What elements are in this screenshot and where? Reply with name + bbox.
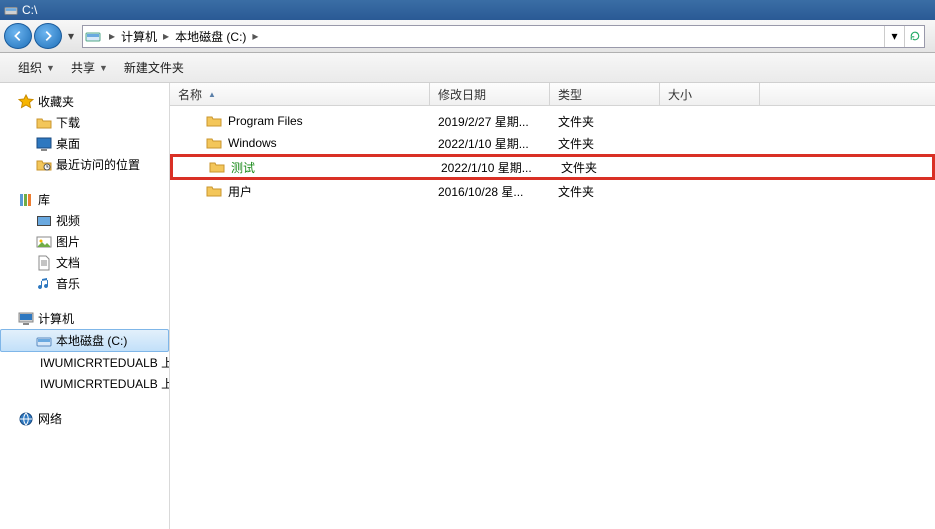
body: 收藏夹 下载 桌面 最近访问的位置 库 视频 图片 文档 音乐 计算机 本地磁盘…: [0, 83, 935, 529]
share-menu[interactable]: 共享▼: [65, 56, 114, 79]
file-date: 2016/10/28 星...: [430, 183, 550, 200]
file-name: 用户: [228, 183, 252, 200]
document-icon: [36, 255, 52, 271]
new-folder-button[interactable]: 新建文件夹: [118, 56, 190, 79]
star-icon: [18, 94, 34, 110]
folder-icon: [206, 135, 222, 151]
file-type: 文件夹: [550, 135, 660, 152]
sidebar-item-videos[interactable]: 视频: [0, 210, 169, 231]
titlebar: C:\: [0, 0, 935, 20]
recent-icon: [36, 157, 52, 173]
file-date: 2022/1/10 星期...: [433, 159, 553, 176]
address-bar[interactable]: ▸ 计算机 ▸ 本地磁盘 (C:) ▸ ▾: [82, 25, 925, 48]
file-type: 文件夹: [553, 159, 663, 176]
sidebar-item-recent[interactable]: 最近访问的位置: [0, 154, 169, 175]
window-title: C:\: [22, 3, 37, 17]
sidebar-item-desktop[interactable]: 桌面: [0, 133, 169, 154]
breadcrumb-sep[interactable]: ▸: [248, 29, 262, 43]
network-icon: [18, 411, 34, 427]
video-icon: [36, 213, 52, 229]
breadcrumb-sep[interactable]: ▸: [159, 29, 173, 43]
file-name: 测试: [231, 159, 255, 176]
table-row[interactable]: 用户 2016/10/28 星...文件夹: [170, 180, 935, 202]
sidebar-network[interactable]: 网络: [0, 408, 169, 429]
folder-icon: [206, 113, 222, 129]
drive-icon: [36, 333, 52, 349]
library-icon: [18, 192, 34, 208]
history-dropdown[interactable]: ▾: [64, 29, 78, 43]
drive-icon: [4, 3, 18, 17]
table-row[interactable]: Windows 2022/1/10 星期...文件夹: [170, 132, 935, 154]
folder-icon: [36, 115, 52, 131]
refresh-button[interactable]: [904, 26, 924, 47]
sidebar-item-documents[interactable]: 文档: [0, 252, 169, 273]
file-date: 2019/2/27 星期...: [430, 113, 550, 130]
drive-icon: [85, 28, 101, 44]
breadcrumb-drive[interactable]: 本地磁盘 (C:): [173, 26, 248, 47]
sidebar-item-downloads[interactable]: 下载: [0, 112, 169, 133]
organize-menu[interactable]: 组织▼: [12, 56, 61, 79]
table-row[interactable]: Program Files 2019/2/27 星期...文件夹: [170, 110, 935, 132]
sidebar-item-pictures[interactable]: 图片: [0, 231, 169, 252]
picture-icon: [36, 234, 52, 250]
file-type: 文件夹: [550, 183, 660, 200]
file-name: Program Files: [228, 114, 303, 128]
column-size[interactable]: 大小: [660, 83, 760, 105]
back-button[interactable]: [4, 23, 32, 49]
sidebar: 收藏夹 下载 桌面 最近访问的位置 库 视频 图片 文档 音乐 计算机 本地磁盘…: [0, 83, 170, 529]
sidebar-item-music[interactable]: 音乐: [0, 273, 169, 294]
sidebar-computer[interactable]: 计算机: [0, 308, 169, 329]
sidebar-item-drive-c[interactable]: 本地磁盘 (C:): [0, 329, 169, 352]
sidebar-libraries[interactable]: 库: [0, 189, 169, 210]
sort-asc-icon: ▲: [208, 90, 216, 99]
column-date[interactable]: 修改日期: [430, 83, 550, 105]
breadcrumb-sep[interactable]: ▸: [105, 29, 119, 43]
sidebar-favorites[interactable]: 收藏夹: [0, 91, 169, 112]
desktop-icon: [36, 136, 52, 152]
sidebar-item-netdrive-1[interactable]: IWUMICRRTEDUALB 上: [0, 352, 169, 373]
file-list: Program Files2019/2/27 星期...文件夹Windows20…: [170, 106, 935, 529]
computer-icon: [18, 311, 34, 327]
music-icon: [36, 276, 52, 292]
folder-icon: [209, 159, 225, 175]
column-type[interactable]: 类型: [550, 83, 660, 105]
address-dropdown[interactable]: ▾: [884, 26, 904, 47]
folder-icon: [206, 183, 222, 199]
toolbar: 组织▼ 共享▼ 新建文件夹: [0, 53, 935, 83]
main-pane: 名称▲ 修改日期 类型 大小 Program Files 2019/2/27 星期…: [170, 83, 935, 529]
forward-button[interactable]: [34, 23, 62, 49]
breadcrumb-computer[interactable]: 计算机: [119, 26, 159, 47]
column-header: 名称▲ 修改日期 类型 大小: [170, 83, 935, 106]
file-date: 2022/1/10 星期...: [430, 135, 550, 152]
navbar: ▾ ▸ 计算机 ▸ 本地磁盘 (C:) ▸ ▾: [0, 20, 935, 53]
sidebar-item-netdrive-2[interactable]: IWUMICRRTEDUALB 上: [0, 373, 169, 394]
file-type: 文件夹: [550, 113, 660, 130]
column-name[interactable]: 名称▲: [170, 83, 430, 105]
file-name: Windows: [228, 136, 277, 150]
table-row[interactable]: 测试 2022/1/10 星期...文件夹: [170, 154, 935, 180]
